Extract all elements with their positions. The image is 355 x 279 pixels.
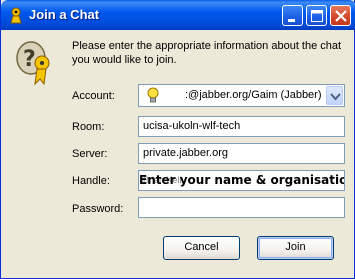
server-label: Server:: [72, 148, 108, 160]
close-button[interactable]: [330, 5, 351, 26]
minimize-icon: [288, 19, 295, 22]
maximize-icon: [311, 10, 323, 22]
account-select[interactable]: :@jabber.org/Gaim (Jabber): [138, 84, 345, 107]
handle-label: Handle:: [72, 175, 110, 187]
lightbulb-icon: [146, 87, 160, 107]
close-icon: [335, 10, 347, 22]
handle-annotation: Enter your name & organisation: [139, 173, 345, 187]
join-button[interactable]: Join: [257, 236, 334, 260]
maximize-button[interactable]: [306, 5, 327, 26]
window-title: Join a Chat: [29, 7, 100, 22]
question-ribbon-icon: ?: [13, 38, 57, 86]
join-chat-dialog: Join a Chat ? Please enter the appropria…: [0, 0, 355, 279]
svg-text:?: ?: [23, 47, 36, 72]
room-label: Room:: [72, 121, 105, 133]
account-label: Account:: [72, 90, 115, 102]
server-input[interactable]: private.jabber.org: [138, 143, 345, 164]
password-input[interactable]: [138, 197, 345, 218]
account-value: :@jabber.org/Gaim (Jabber): [185, 89, 322, 101]
room-input[interactable]: ucisa-ukoln-wlf-tech: [138, 116, 345, 137]
gaim-person-icon: [7, 6, 25, 24]
intro-text: Please enter the appropriate information…: [72, 40, 342, 66]
cancel-button[interactable]: Cancel: [163, 236, 240, 260]
minimize-button[interactable]: [282, 5, 303, 26]
title-bar[interactable]: Join a Chat: [1, 0, 355, 30]
dropdown-button[interactable]: [326, 86, 343, 105]
password-label: Password:: [72, 203, 124, 215]
handle-input[interactable]: Brian Kelly Enter your name & organisati…: [138, 170, 345, 191]
chevron-down-icon: [330, 93, 341, 101]
